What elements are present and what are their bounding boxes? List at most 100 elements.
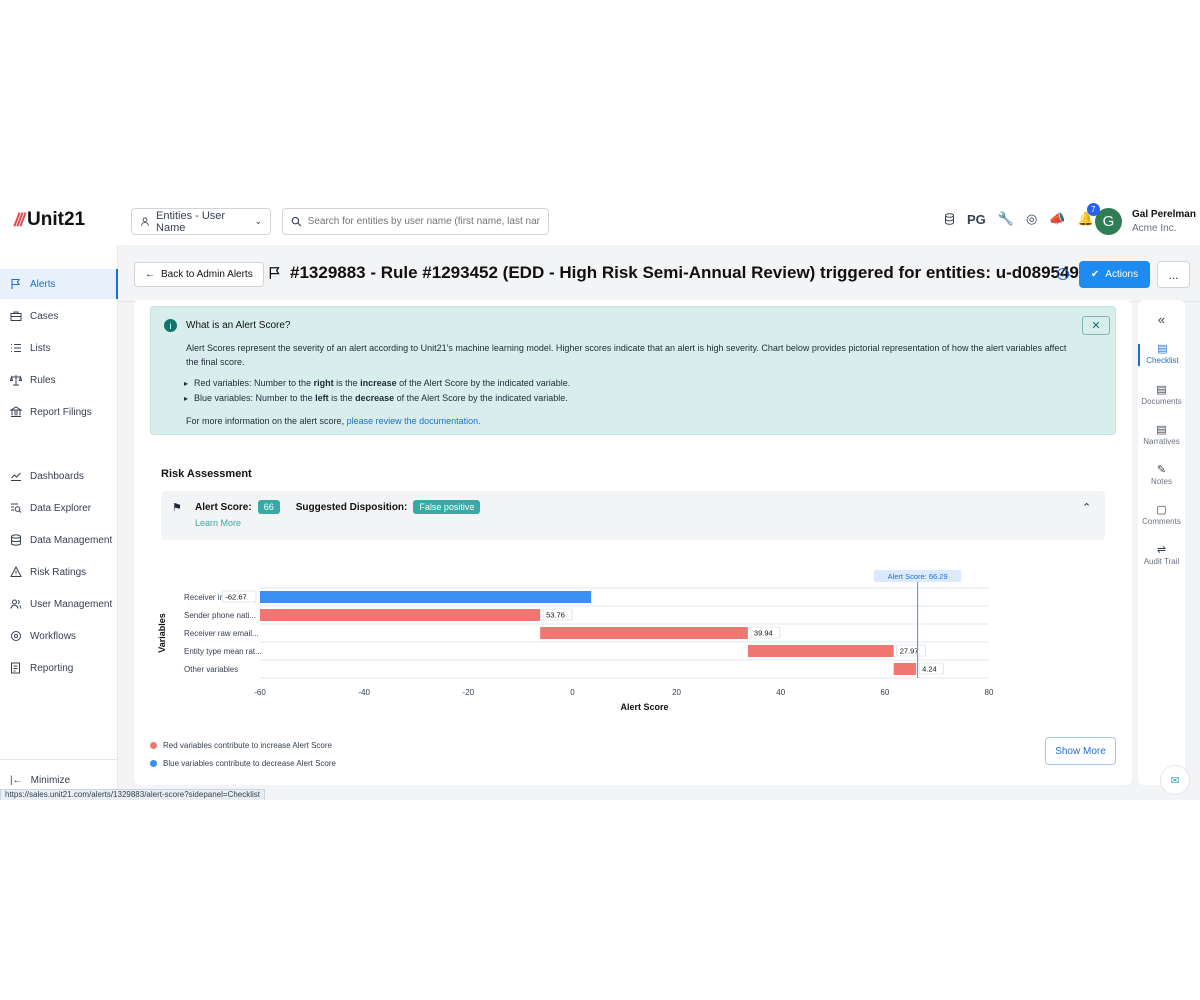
page-title: #1329883 - Rule #1293452 (EDD - High Ris… xyxy=(268,263,1133,283)
more-options-button[interactable]: ... xyxy=(1157,261,1190,288)
sidebar-item-data-management[interactable]: Data Management xyxy=(0,525,118,555)
pg-label[interactable]: PG xyxy=(967,212,986,227)
logo-mark-icon: /// xyxy=(14,209,25,230)
check-circle-icon: ✔ xyxy=(1090,269,1100,280)
document-icon: ▤ xyxy=(1156,384,1167,396)
chevron-up-icon[interactable]: ⌃ xyxy=(1082,501,1091,514)
sidebar-item-rules[interactable]: Rules xyxy=(0,365,118,395)
sidebar-item-workflows[interactable]: Workflows xyxy=(0,621,118,651)
waterfall-chart: Receiver inst...-62.67Sender phone nati.… xyxy=(157,570,994,712)
alert-score-badge: 66 xyxy=(257,500,280,514)
alert-score-info-box: i What is an Alert Score? ✕ Alert Scores… xyxy=(150,306,1116,435)
sidebar-item-lists[interactable]: Lists xyxy=(0,333,118,363)
search-icon xyxy=(291,216,302,227)
alert-score-panel[interactable]: ⚑ Alert Score: 66 Suggested Disposition:… xyxy=(161,491,1105,540)
notification-bell[interactable]: 🔔 7 xyxy=(1078,203,1100,227)
sidebar-item-reporting[interactable]: Reporting xyxy=(0,653,118,683)
info-icon[interactable]: i xyxy=(1057,268,1069,280)
sidebar-item-label: Cases xyxy=(30,310,59,322)
logo-text: Unit21 xyxy=(27,209,86,230)
narrative-icon: ▤ xyxy=(1156,424,1167,436)
category-label: Receiver raw email... xyxy=(184,629,259,638)
learn-more-link[interactable]: Learn More xyxy=(195,518,241,528)
data-label: 39.94 xyxy=(754,629,773,638)
chart-bar xyxy=(747,645,894,657)
warning-icon xyxy=(10,566,22,577)
database-icon xyxy=(11,534,21,546)
search-bar[interactable] xyxy=(282,208,549,235)
x-tick-label: -60 xyxy=(254,688,266,697)
list-icon xyxy=(11,344,21,352)
x-tick-label: 80 xyxy=(985,688,994,697)
user-org: Acme Inc. xyxy=(1132,223,1177,234)
x-tick-label: 20 xyxy=(672,688,681,697)
sidebar-item-label: Lists xyxy=(30,342,51,354)
info-box-bullets: Red variables: Number to the right is th… xyxy=(184,376,570,406)
users-icon xyxy=(10,599,22,609)
megaphone-icon[interactable]: 📣 xyxy=(1049,211,1065,227)
sidebar-item-report-filings[interactable]: Report Filings xyxy=(0,397,118,427)
scan-icon[interactable]: ◎ xyxy=(1026,211,1037,227)
rail-item-checklist[interactable]: ▤ Checklist xyxy=(1138,344,1185,366)
user-icon xyxy=(141,217,149,226)
chevron-down-icon: ⌄ xyxy=(254,216,262,226)
chart-legend: Red variables contribute to increase Ale… xyxy=(150,737,336,773)
avatar[interactable]: G xyxy=(1095,208,1122,235)
bank-icon xyxy=(10,406,22,417)
comment-icon: ▢ xyxy=(1156,504,1167,516)
back-button-label: Back to Admin Alerts xyxy=(161,269,253,280)
red-variables-bullet: Red variables: Number to the right is th… xyxy=(184,376,570,391)
actions-label: Actions xyxy=(1105,269,1139,280)
pencil-icon: ✎ xyxy=(1156,464,1167,476)
sidebar-item-alerts[interactable]: Alerts xyxy=(0,269,118,299)
user-name: Gal Perelman xyxy=(1132,209,1196,220)
alert-score-label: Alert Score: xyxy=(195,501,252,513)
minimize-button[interactable]: |← Minimize xyxy=(10,775,70,786)
entity-type-select[interactable]: Entities - User Name ⌄ xyxy=(131,208,271,235)
rail-item-comments[interactable]: ▢ Comments xyxy=(1138,505,1185,527)
report-icon xyxy=(11,662,20,674)
chart-bar xyxy=(540,627,748,639)
x-tick-label: 40 xyxy=(776,688,785,697)
rail-item-audit-trail[interactable]: ⇌ Audit Trail xyxy=(1138,545,1185,567)
right-panel-rail: « ▤ Checklist ▤ Documents ▤ Narratives ✎ Not… xyxy=(1138,300,1185,785)
arrow-left-icon: ← xyxy=(145,269,155,280)
sidebar-item-risk-ratings[interactable]: Risk Ratings xyxy=(0,557,118,587)
x-tick-label: 0 xyxy=(570,688,575,697)
database-icon[interactable] xyxy=(944,213,955,225)
rail-item-documents[interactable]: ▤ Documents xyxy=(1138,385,1185,407)
y-axis-title: Variables xyxy=(157,613,167,653)
documentation-link[interactable]: please review the documentation. xyxy=(347,416,481,426)
show-more-button[interactable]: Show More xyxy=(1045,737,1116,765)
category-label: Other variables xyxy=(184,665,238,674)
risk-assessment-title: Risk Assessment xyxy=(161,468,252,480)
sidebar-item-dashboards[interactable]: Dashboards xyxy=(0,461,118,491)
unit21-logo[interactable]: /// Unit21 xyxy=(14,209,85,231)
score-row: Alert Score: 66 Suggested Disposition: F… xyxy=(195,500,481,514)
sidebar-item-label: Rules xyxy=(30,374,56,386)
main-content: i What is an Alert Score? ✕ Alert Scores… xyxy=(134,300,1132,785)
sidebar-item-label: Report Filings xyxy=(30,406,92,418)
sidebar-item-label: Dashboards xyxy=(30,470,84,482)
sidebar-item-label: Reporting xyxy=(30,662,74,674)
back-to-admin-alerts-button[interactable]: ← Back to Admin Alerts xyxy=(134,262,264,287)
close-info-box-button[interactable]: ✕ xyxy=(1082,316,1110,335)
sidebar: Alerts Cases Lists Rules Report Filings … xyxy=(0,245,118,800)
sidebar-item-label: Data Explorer xyxy=(30,502,92,514)
sidebar-item-data-explorer[interactable]: Data Explorer xyxy=(0,493,118,523)
minimize-label: Minimize xyxy=(30,775,71,786)
sidebar-item-user-management[interactable]: User Management xyxy=(0,589,118,619)
actions-button[interactable]: ✔ Actions xyxy=(1079,261,1150,288)
blue-dot-icon xyxy=(150,760,157,768)
user-info[interactable]: Gal Perelman Acme Inc. xyxy=(1132,208,1196,236)
chat-button[interactable]: ✉ xyxy=(1160,765,1190,795)
disposition-badge: False positive xyxy=(413,500,481,514)
sidebar-item-cases[interactable]: Cases xyxy=(0,301,118,331)
rail-item-narratives[interactable]: ▤ Narratives xyxy=(1138,425,1185,447)
chevrons-left-icon[interactable]: « xyxy=(1138,312,1185,327)
audit-trail-icon: ⇌ xyxy=(1156,544,1167,556)
rail-item-notes[interactable]: ✎ Notes xyxy=(1138,465,1185,487)
wrench-icon[interactable]: 🔧 xyxy=(998,211,1014,227)
search-data-icon xyxy=(11,503,22,513)
search-input[interactable] xyxy=(307,216,540,227)
